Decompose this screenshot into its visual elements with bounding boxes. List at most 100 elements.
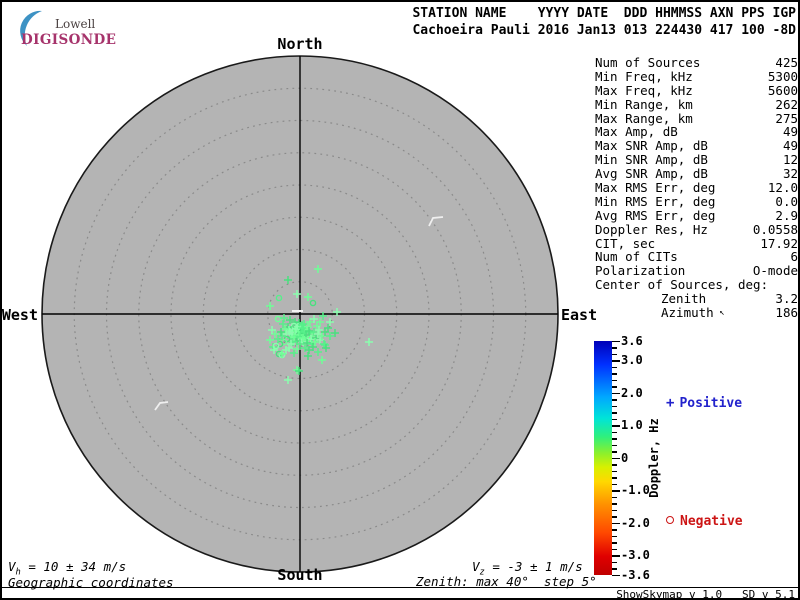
stat-label: Center of Sources, deg: bbox=[595, 277, 769, 293]
colorbar-tick bbox=[612, 386, 617, 388]
colorbar-tick bbox=[612, 496, 617, 498]
stat-value: 186 bbox=[775, 305, 798, 321]
colorbar-tick bbox=[612, 373, 617, 375]
stat-value: 17.92 bbox=[760, 235, 798, 251]
stat-label: Doppler Res, Hz bbox=[595, 221, 708, 237]
stat-value: O-mode bbox=[752, 263, 798, 279]
stat-label: Num of Sources bbox=[595, 55, 701, 70]
colorbar-tick bbox=[612, 548, 617, 550]
stat-row: Zenith 3.2 bbox=[595, 292, 798, 306]
colorbar-tick bbox=[612, 438, 617, 440]
stat-row: Center of Sources, deg: bbox=[595, 278, 798, 292]
colorbar-tick-label: -3.0 bbox=[621, 548, 650, 562]
stat-label: CIT, sec bbox=[595, 235, 656, 251]
colorbar-tick bbox=[612, 399, 617, 401]
stat-label: Max SNR Amp, dB bbox=[595, 138, 708, 154]
colorbar-tick bbox=[612, 444, 617, 446]
header-values: Cachoeira Pauli 2016 Jan13 013 224430 41… bbox=[412, 22, 796, 38]
colorbar-tick bbox=[612, 529, 617, 531]
stat-label: Min Freq, kHz bbox=[595, 68, 693, 84]
stat-value: 49 bbox=[782, 138, 798, 154]
colorbar-tick bbox=[612, 451, 617, 453]
colorbar-tick bbox=[612, 477, 617, 479]
stat-row: Avg SNR Amp, dB 32 bbox=[595, 167, 798, 181]
stat-label: Min Range, km bbox=[595, 96, 693, 112]
stat-row: Num of Sources 425 bbox=[595, 56, 798, 70]
stat-value: 425 bbox=[775, 55, 798, 70]
compass-label-west: West bbox=[1, 306, 38, 324]
stat-label: Polarization bbox=[595, 263, 686, 279]
colorbar-tick bbox=[612, 340, 620, 342]
colorbar-tick-label: 1.0 bbox=[621, 418, 643, 432]
colorbar-tick bbox=[612, 457, 620, 459]
stat-value: 32 bbox=[782, 166, 798, 182]
colorbar-tick bbox=[612, 542, 617, 544]
stat-label: Max Freq, kHz bbox=[595, 82, 693, 98]
colorbar-tick bbox=[612, 412, 617, 414]
stat-value: 12 bbox=[782, 152, 798, 168]
stat-value: 5300 bbox=[767, 68, 798, 84]
colorbar-tick bbox=[612, 464, 617, 466]
digisonde-logo: Lowell DIGISONDE bbox=[8, 5, 138, 51]
colorbar-tick bbox=[612, 405, 617, 407]
colorbar-tick bbox=[612, 360, 620, 362]
colorbar-tick bbox=[612, 509, 617, 511]
colorbar-tick bbox=[612, 574, 620, 576]
doppler-colorbar bbox=[594, 341, 612, 575]
header-columns: STATION NAME YYYY DATE DDD HHMMSS AXN PP… bbox=[412, 6, 796, 21]
colorbar-tick bbox=[612, 555, 620, 557]
colorbar-tick bbox=[612, 568, 617, 570]
stat-value: 3.2 bbox=[775, 291, 798, 307]
colorbar-tick-label: -1.0 bbox=[621, 483, 650, 497]
colorbar-tick bbox=[612, 353, 617, 355]
colorbar-tick bbox=[612, 483, 617, 485]
skymap-app-window: Lowell DIGISONDE STATION NAME YYYY DATE … bbox=[0, 0, 800, 600]
stat-row: Polarization O-mode bbox=[595, 264, 798, 278]
stat-row: Min RMS Err, deg 0.0 bbox=[595, 195, 798, 209]
stat-row: Min SNR Amp, dB 12 bbox=[595, 153, 798, 167]
colorbar-tick-label: 0 bbox=[621, 450, 629, 465]
stat-row: Max SNR Amp, dB 49 bbox=[595, 139, 798, 153]
colorbar-tick bbox=[612, 503, 617, 505]
stat-label: Avg RMS Err, deg bbox=[595, 207, 716, 223]
stat-value: 2.9 bbox=[775, 207, 798, 223]
colorbar-tick bbox=[612, 366, 617, 368]
colorbar-tick-label: 3.0 bbox=[621, 353, 643, 367]
stat-label: Num of CITs bbox=[595, 249, 678, 265]
stat-label: Max Amp, dB bbox=[595, 124, 678, 140]
circle-symbol-icon bbox=[666, 516, 674, 524]
stat-value: 5600 bbox=[767, 82, 798, 98]
stat-row: Azimuth ↖ 186 bbox=[595, 306, 798, 320]
colorbar-tick-label: -3.6 bbox=[621, 567, 650, 582]
compass-label-east: East bbox=[561, 306, 598, 324]
stat-row: Doppler Res, Hz 0.0558 bbox=[595, 221, 798, 237]
stat-value: 49 bbox=[782, 124, 798, 140]
stat-label: Min SNR Amp, dB bbox=[595, 152, 708, 168]
colorbar-tick bbox=[612, 516, 617, 518]
legend-positive: + Positive bbox=[666, 395, 742, 411]
stat-value: 0.0 bbox=[775, 193, 798, 209]
stat-row: Max Freq, kHz 5600 bbox=[595, 82, 798, 98]
stat-value: 275 bbox=[775, 110, 798, 126]
colorbar-tick bbox=[612, 425, 620, 427]
stat-value: 12.0 bbox=[767, 180, 798, 196]
stat-row: Max RMS Err, deg 12.0 bbox=[595, 181, 798, 195]
compass-label-south: South bbox=[277, 566, 323, 584]
app-version-label: ShowSkymap v 1.0 SD v 5.1 bbox=[616, 588, 795, 600]
colorbar-tick bbox=[612, 431, 617, 433]
stat-label: Max Range, km bbox=[595, 110, 693, 126]
stats-panel: Num of Sources 425 Min Freq, kHz 5300 Max Fr… bbox=[595, 56, 798, 320]
stat-row: Max Amp, dB 49 bbox=[595, 125, 798, 139]
colorbar-tick bbox=[612, 418, 617, 420]
colorbar-tick bbox=[612, 379, 617, 381]
stat-label: Zenith bbox=[661, 291, 707, 307]
colorbar-tick bbox=[612, 490, 620, 492]
plus-symbol-icon: + bbox=[666, 395, 675, 411]
colorbar-tick-label: -2.0 bbox=[621, 515, 650, 530]
logo-lowell-text: Lowell bbox=[55, 17, 96, 31]
stat-value: 0.0558 bbox=[752, 221, 798, 237]
stat-row: Min Range, km 262 bbox=[595, 96, 798, 112]
colorbar-tick-label: 3.6 bbox=[621, 333, 643, 348]
stat-row: CIT, sec 17.92 bbox=[595, 235, 798, 251]
stat-label: Min RMS Err, deg bbox=[595, 193, 716, 209]
